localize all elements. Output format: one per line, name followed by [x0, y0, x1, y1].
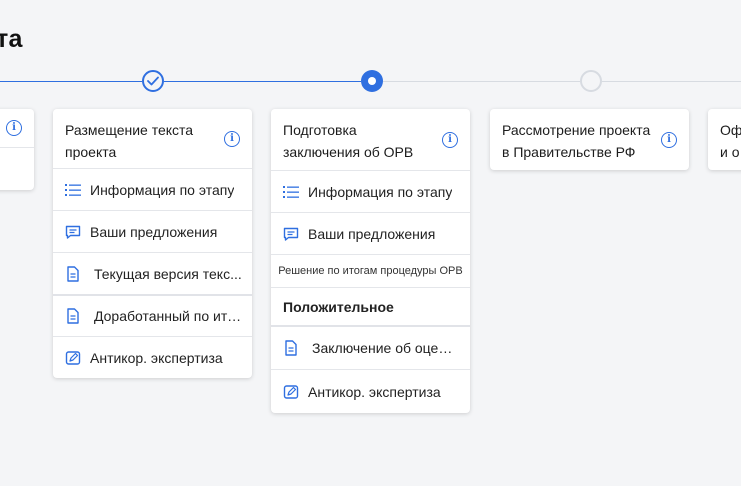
decision-value: Положительное	[271, 287, 470, 325]
anticorruption-item[interactable]: Антикор. экспертиза	[53, 336, 252, 378]
timeline-line-pending	[383, 81, 580, 82]
item-label: Доработанный по ито...	[94, 308, 242, 324]
edit-icon	[283, 384, 299, 399]
timeline-node-done[interactable]	[142, 70, 164, 92]
suggestions-item[interactable]: Ваши предложения	[271, 212, 470, 254]
document-icon	[285, 340, 297, 356]
card-header: Рассмотрение проекта в Правительстве РФ …	[490, 109, 689, 170]
list-icon	[65, 183, 81, 196]
anticorruption-item[interactable]: Антикор. экспертиза	[271, 369, 470, 413]
card-item[interactable]	[0, 147, 34, 190]
stage-title: Рассмотрение проекта в Правительстве РФ	[502, 122, 651, 160]
timeline-node-current[interactable]	[361, 70, 383, 92]
timeline-node-pending[interactable]	[580, 70, 602, 92]
card-header: i	[0, 109, 34, 147]
decision-label: Решение по итогам процедуры ОРВ	[271, 254, 470, 287]
suggestions-item[interactable]: Ваши предложения	[53, 210, 252, 252]
checkmark-icon	[147, 76, 159, 86]
card-header: Офи опу	[708, 109, 741, 170]
card-header: Размещение текста проекта i	[53, 109, 252, 168]
stage-title: Размещение текста проекта	[65, 122, 194, 160]
current-version-item[interactable]: Текущая версия текс...	[53, 252, 252, 294]
stage-card-placement: Размещение текста проекта i Информация п…	[53, 109, 252, 378]
document-icon	[67, 308, 79, 324]
stage-info-item[interactable]: Информация по этапу	[271, 170, 470, 212]
timeline-line-done	[0, 81, 142, 82]
item-label: Антикор. экспертиза	[90, 349, 223, 366]
stage-card-previous: i	[0, 109, 34, 190]
item-label: Антикор. экспертиза	[308, 383, 441, 400]
item-label: Текущая версия текс...	[94, 265, 242, 282]
item-label: Ваши предложения	[308, 225, 436, 242]
edit-icon	[65, 350, 81, 365]
info-icon[interactable]: i	[661, 131, 677, 148]
stage-card-government[interactable]: Рассмотрение проекта в Правительстве РФ …	[490, 109, 689, 170]
stage-card-orv: Подготовка заключения об ОРВ i Информаци…	[271, 109, 470, 413]
stage-title: Офи опу	[720, 122, 741, 170]
revised-version-item[interactable]: Доработанный по ито...	[53, 294, 252, 336]
document-icon	[67, 265, 79, 282]
stage-info-item[interactable]: Информация по этапу	[53, 168, 252, 210]
card-header: Подготовка заключения об ОРВ i	[271, 109, 470, 170]
info-icon[interactable]: i	[224, 130, 240, 147]
comment-icon	[283, 227, 299, 241]
timeline-line-pending	[602, 81, 741, 82]
stage-card-publication[interactable]: Офи опу	[708, 109, 741, 170]
current-dot-icon	[368, 77, 376, 85]
item-label: Заключение об оценк...	[312, 340, 460, 356]
page-title: та	[0, 25, 23, 53]
comment-icon	[65, 225, 81, 239]
conclusion-item[interactable]: Заключение об оценк...	[271, 325, 470, 369]
item-label: Ваши предложения	[90, 223, 218, 240]
item-label: Информация по этапу	[308, 183, 453, 200]
info-icon[interactable]: i	[442, 131, 458, 148]
item-label: Информация по этапу	[90, 181, 235, 198]
list-icon	[283, 185, 299, 198]
info-icon[interactable]: i	[6, 120, 22, 136]
stage-title: Подготовка заключения об ОРВ	[283, 122, 414, 160]
timeline-line-done	[164, 81, 361, 82]
